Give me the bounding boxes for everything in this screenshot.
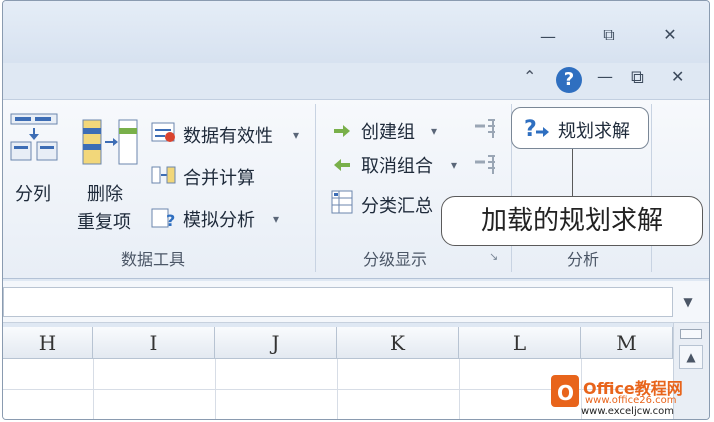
formula-expand-icon[interactable]: ▼	[675, 287, 701, 317]
ungroup-button[interactable]: 取消组合	[361, 152, 433, 178]
watermark-url1: www.office26.com	[585, 395, 677, 406]
workbook-restore-button[interactable]: ⧉	[631, 67, 644, 93]
watermark: O Office教程网 www.office26.com www.exceljc…	[551, 373, 709, 419]
callout-pointer	[572, 149, 573, 196]
consolidate-button[interactable]: 合并计算	[183, 164, 255, 190]
solver-label: 规划求解	[558, 121, 630, 142]
column-header-j[interactable]: J	[215, 327, 337, 359]
data-validation-button[interactable]: 数据有效性	[183, 122, 273, 148]
outline-dialog-launcher[interactable]: ↘	[489, 250, 498, 263]
group-label-analysis: 分析	[566, 250, 599, 269]
callout-annotation: 加载的规划求解	[441, 196, 703, 246]
scroll-up-icon[interactable]: ▲	[679, 345, 703, 369]
window-restore-button[interactable]: ⧉	[594, 23, 624, 47]
ungroup-dropdown-icon[interactable]: ▾	[451, 158, 457, 172]
what-if-analysis-button[interactable]: 模拟分析	[183, 206, 255, 232]
text-to-columns-icon	[9, 112, 59, 164]
svg-text:O: O	[557, 381, 574, 405]
group-separator	[315, 104, 316, 272]
solver-button[interactable]: ? 规划求解	[511, 107, 649, 149]
watermark-url2: www.exceljcw.com	[581, 406, 675, 417]
data-validation-icon	[151, 122, 177, 144]
remove-duplicates-label-line1[interactable]: 删除	[87, 180, 123, 206]
svg-text:?: ?	[524, 117, 537, 142]
subtotal-icon	[331, 190, 355, 216]
consolidate-icon	[151, 164, 177, 186]
ungroup-arrow-icon	[333, 156, 351, 174]
ribbon-collapse-button[interactable]: ⌃	[523, 67, 543, 93]
formula-input[interactable]	[3, 287, 673, 317]
remove-duplicates-label-line2[interactable]: 重复项	[77, 208, 131, 234]
window-close-button[interactable]: ✕	[655, 23, 685, 47]
window-minimize-button[interactable]: —	[533, 25, 563, 49]
split-box[interactable]	[680, 329, 702, 339]
data-validation-dropdown-icon[interactable]: ▾	[293, 128, 299, 142]
column-header-i[interactable]: I	[93, 327, 215, 359]
formula-bar: ▼	[3, 281, 709, 323]
column-header-h[interactable]: H	[3, 327, 93, 359]
group-label-outline: 分级显示	[362, 250, 427, 269]
column-header-k[interactable]: K	[337, 327, 459, 359]
excel-window: — ⧉ ✕ ⌃ ? — ⧉ ✕ 分列 删除 重复项 数据有效性 ▾ 合并计算 ?…	[2, 0, 710, 420]
text-to-columns-button[interactable]: 分列	[15, 180, 51, 206]
group-button[interactable]: 创建组	[361, 118, 415, 144]
solver-icon: ?	[524, 116, 550, 142]
what-if-analysis-icon: ?	[151, 206, 177, 230]
workbook-close-button[interactable]: ✕	[671, 67, 684, 93]
column-header-l[interactable]: L	[459, 327, 581, 359]
help-button[interactable]: ?	[556, 67, 582, 93]
workbook-minimize-button[interactable]: —	[597, 67, 613, 93]
group-arrow-icon	[333, 122, 351, 140]
subtotal-button[interactable]: 分类汇总	[361, 192, 433, 218]
what-if-analysis-dropdown-icon[interactable]: ▾	[273, 212, 279, 226]
column-header-m[interactable]: M	[581, 327, 673, 359]
group-separator	[651, 104, 652, 272]
svg-text:?: ?	[166, 211, 175, 230]
remove-duplicates-icon	[81, 118, 141, 168]
help-icon: ?	[563, 69, 575, 90]
group-dropdown-icon[interactable]: ▾	[431, 124, 437, 138]
title-bar: — ⧉ ✕	[3, 1, 709, 63]
show-detail-icon	[473, 118, 497, 140]
group-label-data-tools: 数据工具	[120, 250, 185, 269]
hide-detail-icon	[473, 154, 497, 176]
